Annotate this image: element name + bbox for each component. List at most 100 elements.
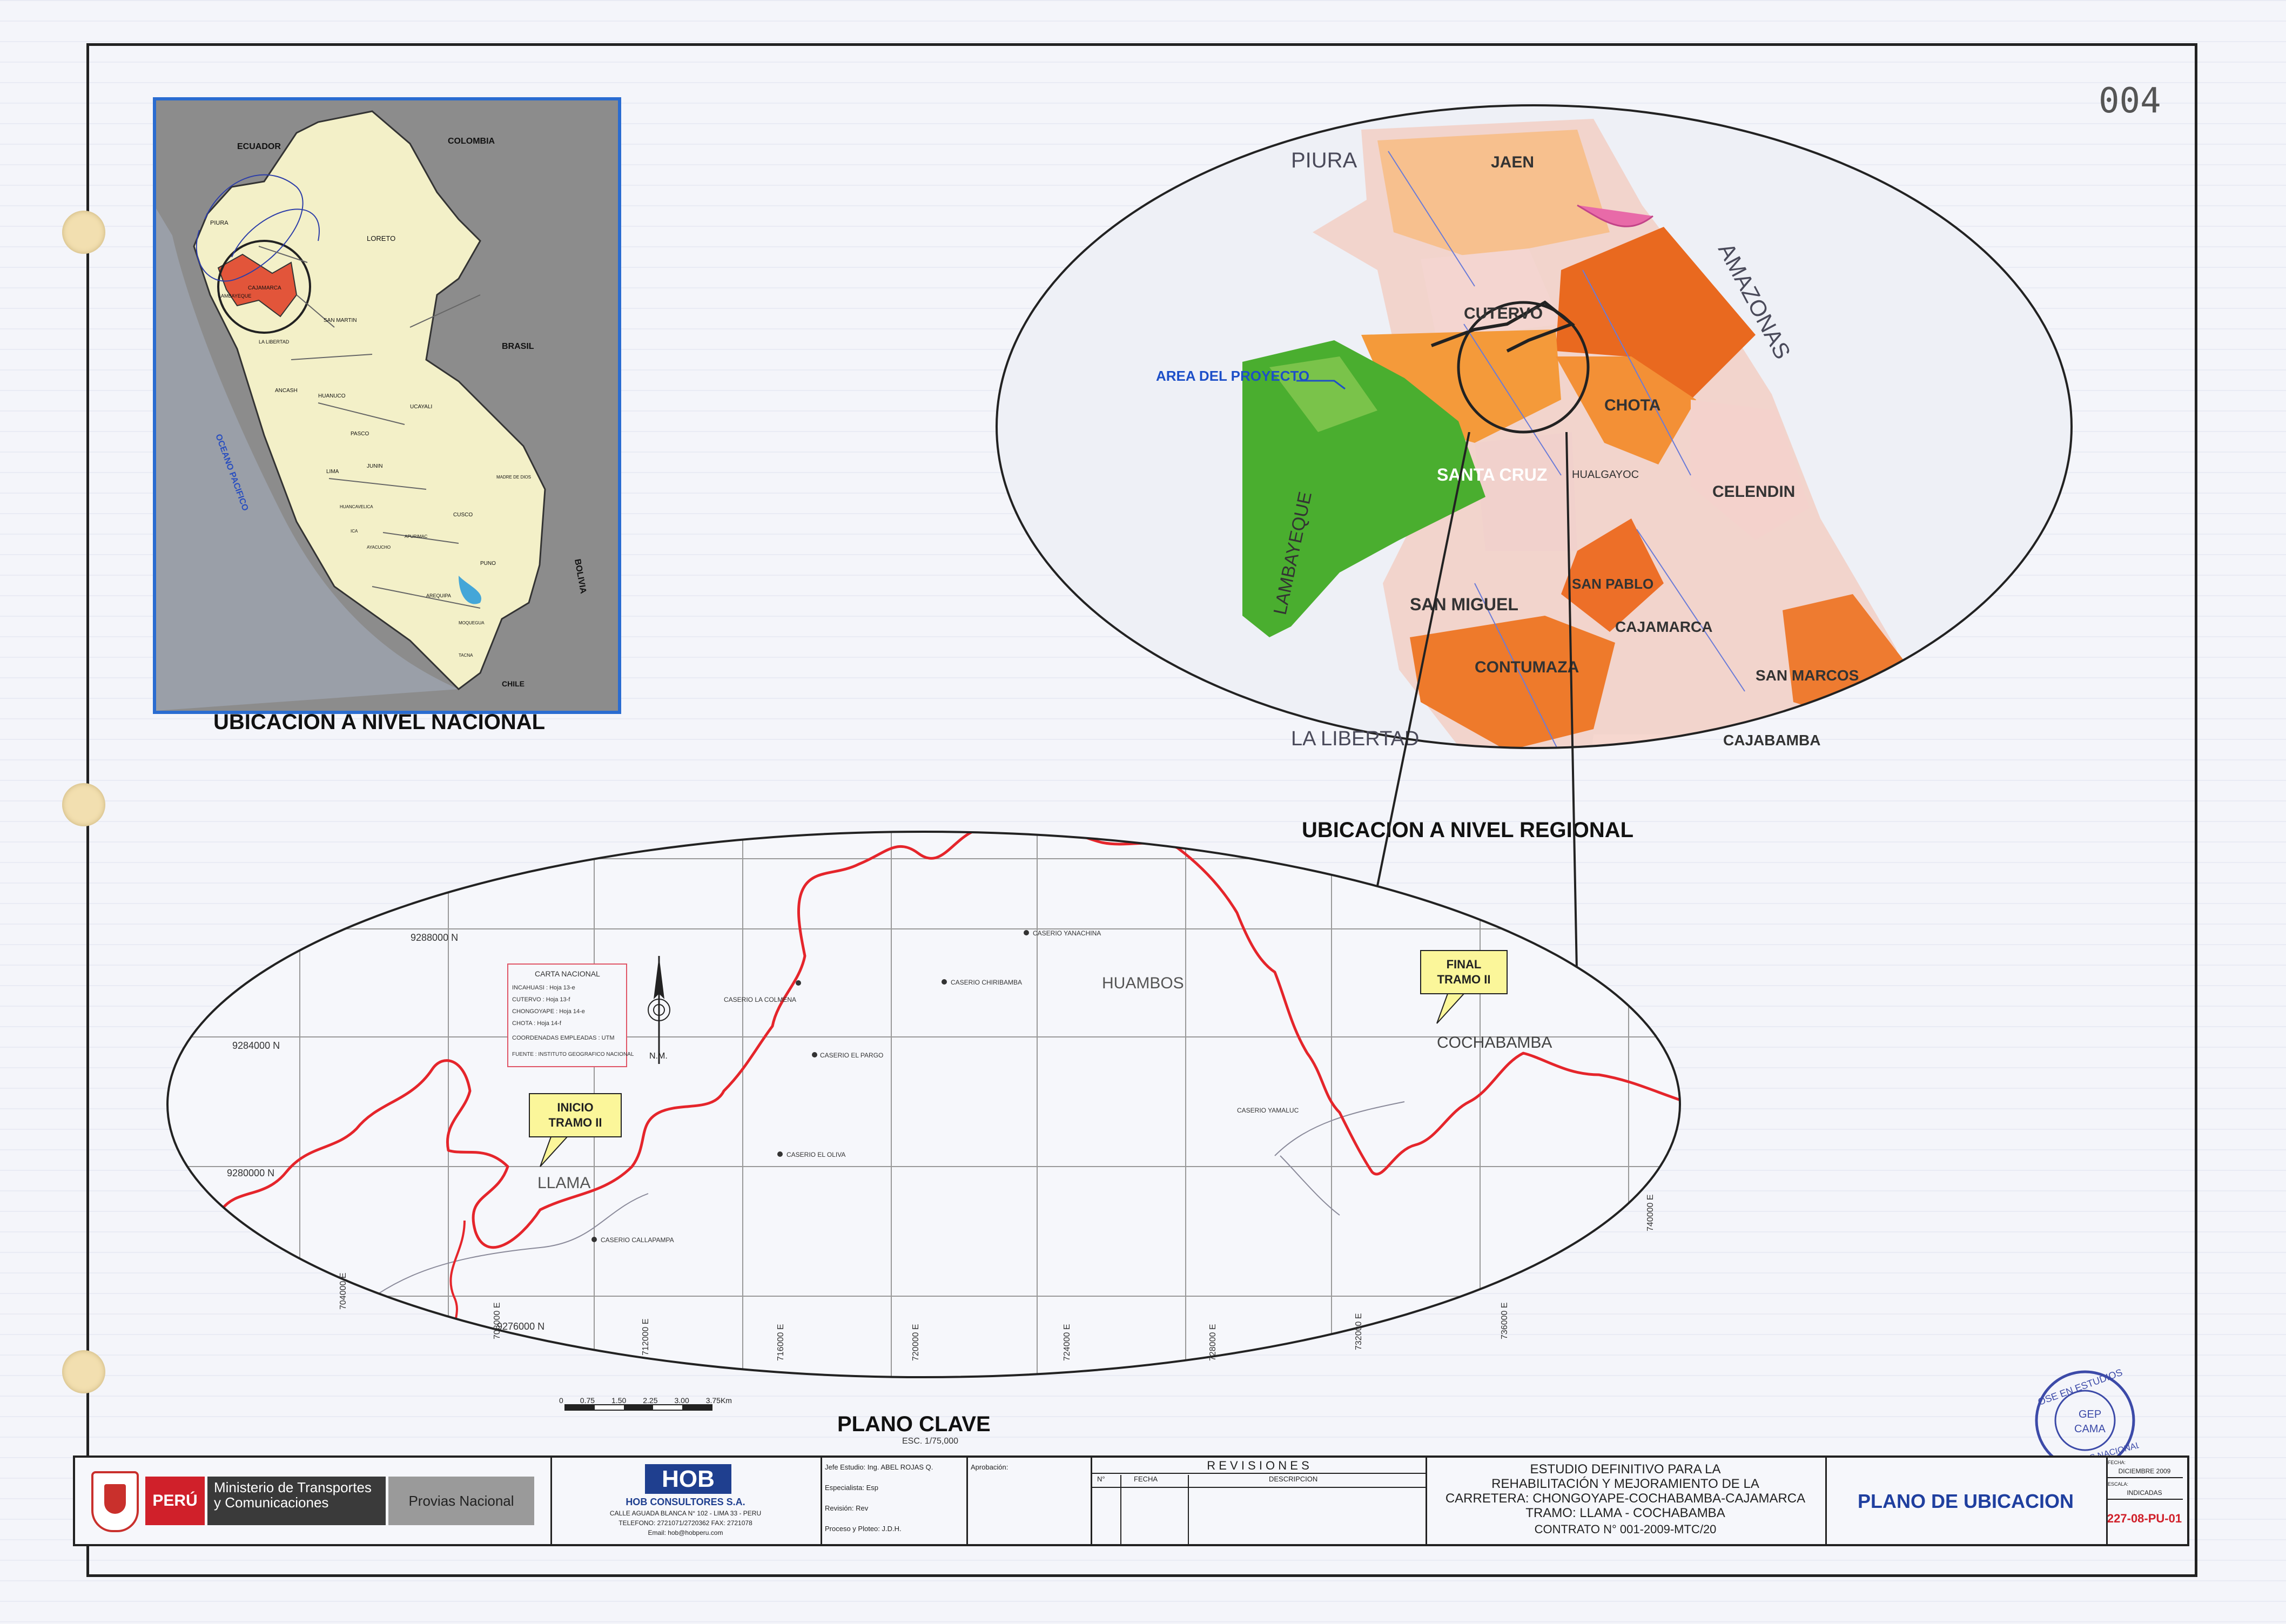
ministry-cell: PERÚ Ministerio de Transportes y Comunic… [75,1458,552,1544]
scale-label: ESCALA: [2108,1481,2129,1487]
town-label: LLAMA [537,1174,590,1192]
grid-label-north: 9284000 N [232,1040,280,1051]
grid-label-east: 724000 E [1063,1324,1072,1361]
scale-tick: 3.75Km [705,1396,732,1405]
project-line: ESTUDIO DEFINITIVO PARA LA [1530,1462,1721,1477]
date-label: FECHA: [2108,1460,2126,1465]
staff-role: Revisión: [825,1504,854,1512]
legend-row: FUENTE : INSTITUTO GEOGRAFICO NACIONAL [512,1052,634,1057]
project-line: TRAMO: LLAMA - COCHABAMBA [1525,1506,1725,1520]
grid-label-east: 716000 E [776,1324,785,1361]
province-label: JAEN [1491,153,1534,171]
caserio-label: CASERIO CHIRIBAMBA [951,979,1022,986]
scale-bar-labels: 0 0.75 1.50 2.25 3.00 3.75Km [559,1396,732,1405]
consultant-address: CALLE AGUADA BLANCA N° 102 - LIMA 33 - P… [609,1510,762,1517]
revisions-cell: R E V I S I O N E S N° FECHA DESCRIPCION [1091,1458,1427,1544]
region-label: HUANCAVELICA [340,504,373,509]
consultant-name: HOB CONSULTORES S.A. [626,1497,745,1507]
region-label: CUSCO [453,512,473,518]
region-label: LA LIBERTAD [259,339,290,345]
sheet-number: 004 [2099,81,2161,121]
start-label-2: TRAMO II [549,1116,602,1129]
revisions-col: N° [1097,1475,1105,1483]
staff-row: Jefe Estudio: Ing. ABEL ROJAS Q. [825,1463,933,1471]
consultant-logo: HOB [645,1464,731,1494]
neighbor-label: PIURA [1291,149,1357,172]
grid-label-north: 9280000 N [227,1168,274,1178]
province-label: CUTERVO [1464,305,1543,322]
binder-hole [62,1350,105,1393]
ministry-name: Ministerio de Transportes y Comunicacion… [207,1477,386,1525]
caserio-label: CASERIO LA COLMENA [724,996,796,1003]
national-map-caption: UBICACION A NIVEL NACIONAL [213,710,546,734]
drawing-title: PLANO DE UBICACION [1857,1490,2074,1512]
drawing-info-cell: FECHA: DICIEMBRE 2009 ESCALA: INDICADAS … [2106,1458,2183,1544]
revisions-col: FECHA [1134,1475,1158,1483]
legend-title: CARTA NACIONAL [535,969,600,978]
drawing-code: 227-08-PU-01 [2107,1512,2182,1525]
province-label: SAN MARCOS [1756,667,1859,684]
scale-tick: 3.00 [674,1396,689,1405]
scale-tick: 0.75 [580,1396,595,1405]
project-area-label: AREA DEL PROYECTO [1156,368,1309,384]
consultant-cell: HOB HOB CONSULTORES S.A. CALLE AGUADA BL… [550,1458,822,1544]
legend-row: CUTERVO : Hoja 13-f [512,996,570,1003]
staff-name: Rev [856,1504,869,1512]
legend-row: INCAHUASI : Hoja 13-e [512,985,575,991]
end-label: FINAL [1447,958,1482,971]
staff-role: Jefe Estudio: [825,1463,866,1471]
grid-label-east: 728000 E [1208,1324,1218,1361]
region-label: LAMBAYEQUE [218,293,251,299]
grid-label-east: 736000 E [1500,1302,1509,1339]
legend-row: COORDENADAS EMPLEADAS : UTM [512,1035,614,1041]
region-label: APURIMAC [405,534,427,539]
contract-number: CONTRATO N° 001-2009-MTC/20 [1534,1522,1717,1536]
region-label: PUNO [480,561,496,567]
staff-name: J.D.H. [882,1525,902,1533]
stamp-text: GEP [2079,1409,2101,1420]
region-label: TACNA [459,653,473,658]
grid-label-north: 9288000 N [411,932,458,943]
drawing-title-cell: PLANO DE UBICACION [1825,1458,2108,1544]
region-label: MADRE DE DIOS [496,475,531,480]
end-label-2: TRAMO II [1437,973,1491,986]
region-label: CAJAMARCA [248,285,281,291]
grid-label-east: 740000 E [1646,1194,1655,1231]
project-line: CARRETERA: CHONGOYAPE-COCHABAMBA-CAJAMAR… [1445,1491,1806,1506]
region-label: MOQUEGUA [459,621,485,625]
scale-value: INDICADAS [2106,1489,2183,1500]
revisions-header: N° FECHA DESCRIPCION [1091,1475,1426,1488]
region-label: UCAYALI [410,404,432,410]
region-label: PASCO [351,431,369,437]
country-label: COLOMBIA [448,137,495,146]
caserio-label: CASERIO EL OLIVA [786,1151,845,1158]
region-label: ICA [351,529,358,534]
binder-hole [62,211,105,254]
staff-role: Proceso y Ploteo: [825,1525,880,1533]
binder-hole [62,783,105,826]
provias-name: Provias Nacional [388,1477,534,1525]
staff-name: Esp [866,1484,879,1492]
province-label: CAJAMARCA [1615,618,1712,635]
consultant-phone: TELEFONO: 2721071/2720362 FAX: 2721078 [618,1519,752,1527]
grid-label-east: 708000 E [493,1302,502,1339]
region-label: PIURA [210,220,228,226]
staff-cell: Jefe Estudio: Ing. ABEL ROJAS Q. Especia… [821,1458,968,1544]
approval-label: Aprobación: [971,1463,1008,1471]
grid-label-north: 9276000 N [497,1321,544,1332]
north-label: N.M. [649,1052,668,1061]
key-plan-map: 9288000 N 9284000 N 9280000 N 9276000 N … [166,831,1681,1378]
national-map-svg: ECUADOR COLOMBIA BRASIL BOLIVIA CHILE OC… [156,100,618,711]
project-line: REHABILITACIÓN Y MEJORAMIENTO DE LA [1491,1477,1759,1491]
scale-tick: 1.50 [611,1396,627,1405]
region-label: AREQUIPA [426,593,451,598]
staff-row: Proceso y Ploteo: J.D.H. [825,1525,902,1533]
key-plan-caption: PLANO CLAVE [837,1412,991,1436]
national-map: ECUADOR COLOMBIA BRASIL BOLIVIA CHILE OC… [153,97,621,714]
project-cell: ESTUDIO DEFINITIVO PARA LA REHABILITACIÓ… [1426,1458,1827,1544]
region-label: LIMA [326,469,339,475]
caserio-label: CASERIO YAMALUC [1237,1107,1299,1114]
grid-label-east: 712000 E [641,1318,650,1356]
scale-tick: 2.25 [643,1396,658,1405]
legend-row: CHONGOYAPE : Hoja 14-e [512,1008,585,1015]
